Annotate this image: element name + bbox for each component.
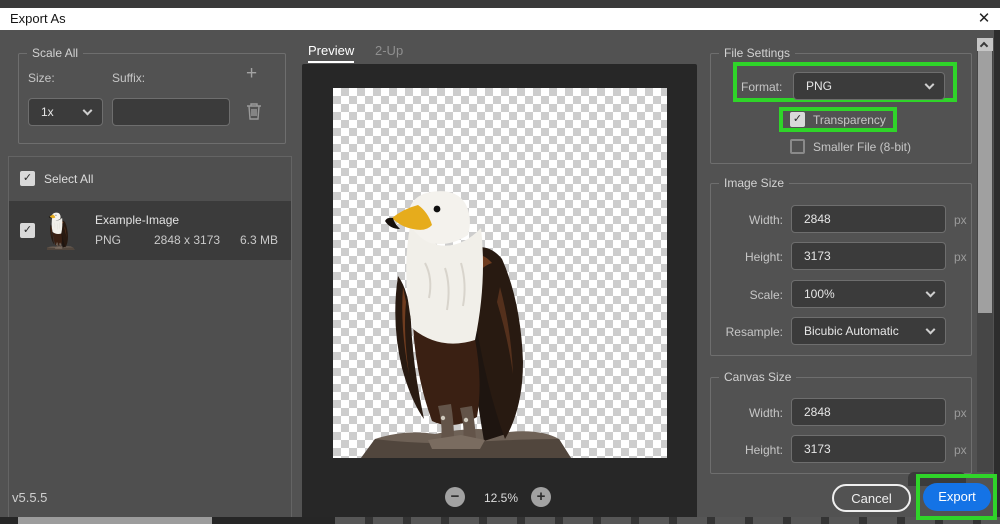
canvas-height-input[interactable] — [792, 436, 945, 462]
size-dropdown[interactable]: 1x — [28, 98, 103, 126]
preview-area: − 12.5% + — [302, 64, 697, 524]
scale-dropdown[interactable]: 100% — [791, 280, 946, 308]
smaller-file-label: Smaller File (8-bit) — [813, 140, 912, 154]
item-checkbox[interactable]: ✓ — [20, 223, 35, 238]
chevron-down-icon — [924, 79, 935, 90]
resample-value: Bicubic Automatic — [804, 324, 899, 338]
canvas-size-legend: Canvas Size — [724, 370, 792, 384]
item-filesize: 6.3 MB — [240, 233, 279, 247]
suffix-input-wrap — [112, 98, 230, 126]
select-all-row[interactable]: ✓ Select All — [9, 157, 291, 201]
transparency-label: Transparency — [813, 113, 886, 127]
canvas-height-unit: px — [954, 443, 967, 457]
tab-2up[interactable]: 2-Up — [375, 43, 403, 58]
zoom-out-button[interactable]: − — [445, 487, 465, 507]
scroll-up-icon[interactable] — [977, 38, 993, 51]
canvas-height-label: Height: — [744, 443, 783, 457]
canvas-width-wrap — [791, 398, 946, 426]
export-as-dialog: Export As ✕ Scale All Size: Suffix: + 1x… — [0, 0, 1000, 524]
right-panel-scrollbar[interactable] — [977, 38, 993, 500]
chevron-down-icon — [925, 287, 936, 298]
background-right-strip — [994, 30, 1000, 517]
image-size-legend: Image Size — [724, 176, 785, 190]
size-label: Size: — [28, 71, 55, 85]
tab-preview[interactable]: Preview — [308, 43, 354, 58]
image-height-label: Height: — [744, 250, 783, 264]
item-thumbnail-eagle — [47, 212, 75, 251]
background-app-strip — [0, 0, 1000, 8]
transparent-canvas — [333, 88, 667, 459]
image-height-wrap — [791, 242, 946, 270]
scrollbar-thumb[interactable] — [978, 51, 992, 313]
canvas-height-wrap — [791, 435, 946, 463]
resample-dropdown[interactable]: Bicubic Automatic — [791, 317, 946, 345]
canvas-width-input[interactable] — [792, 399, 945, 425]
image-width-label: Width: — [748, 213, 783, 227]
trash-icon[interactable] — [246, 102, 262, 120]
cancel-button[interactable]: Cancel — [832, 484, 911, 512]
scale-value: 100% — [804, 287, 835, 301]
suffix-label: Suffix: — [112, 71, 146, 85]
scale-label: Scale: — [749, 288, 783, 302]
chevron-down-icon — [925, 324, 936, 335]
format-value: PNG — [806, 79, 833, 93]
background-segment — [18, 517, 212, 524]
export-button[interactable]: Export — [923, 483, 991, 511]
suffix-input[interactable] — [113, 99, 229, 125]
canvas-width-unit: px — [954, 406, 967, 420]
add-scale-icon[interactable]: + — [246, 63, 257, 85]
format-dropdown[interactable]: PNG — [793, 72, 945, 100]
canvas-width-label: Width: — [748, 406, 783, 420]
version-label: v5.5.5 — [12, 490, 48, 505]
item-format: PNG — [95, 233, 122, 247]
list-item[interactable]: ✓ Example-Image PNG 2848 x 3173 6.3 MB — [9, 201, 291, 260]
image-width-input[interactable] — [792, 206, 945, 232]
dialog-titlebar: Export As ✕ — [0, 8, 1000, 30]
image-width-wrap — [791, 205, 946, 233]
image-width-unit: px — [954, 213, 967, 227]
zoom-in-button[interactable]: + — [531, 487, 551, 507]
select-all-checkbox[interactable]: ✓ — [20, 171, 35, 186]
item-name: Example-Image — [95, 213, 180, 227]
close-icon[interactable]: ✕ — [972, 8, 996, 30]
preview-image-eagle — [360, 190, 572, 459]
select-all-label: Select All — [44, 172, 94, 186]
background-segment — [335, 517, 1000, 524]
item-dimensions: 2848 x 3173 — [154, 233, 221, 247]
scale-all-group: Scale All — [18, 46, 286, 144]
dialog-body: Scale All Size: Suffix: + 1x ✓ Select Al… — [0, 30, 1000, 524]
chevron-down-icon — [82, 105, 93, 116]
smaller-file-checkbox[interactable] — [790, 139, 805, 154]
export-items-list: ✓ Select All ✓ Example-Image PNG 2848 x … — [8, 156, 292, 524]
file-settings-legend: File Settings — [724, 46, 791, 60]
background-bottom-strip — [0, 517, 1000, 524]
dialog-title: Export As — [10, 11, 66, 26]
scale-all-legend: Scale All — [32, 46, 79, 60]
image-height-input[interactable] — [792, 243, 945, 269]
zoom-level: 12.5% — [484, 491, 519, 505]
tab-preview-underline — [308, 61, 354, 63]
transparency-checkbox[interactable]: ✓ — [790, 112, 805, 127]
image-height-unit: px — [954, 250, 967, 264]
size-value: 1x — [41, 105, 54, 119]
resample-label: Resample: — [725, 325, 783, 339]
